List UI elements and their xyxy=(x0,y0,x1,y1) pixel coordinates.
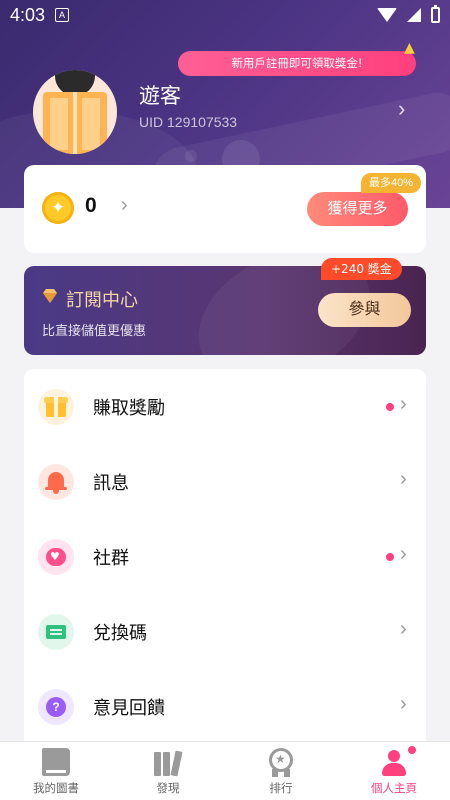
signup-bonus-banner[interactable]: 新用戶註冊即可領取獎金! xyxy=(178,51,416,76)
menu-item-label: 賺取獎勵 xyxy=(93,398,165,419)
join-button[interactable]: 參與 xyxy=(318,293,411,327)
question-icon: ? xyxy=(38,689,74,725)
gift-icon xyxy=(38,389,74,425)
coin-icon: ✦ xyxy=(42,192,74,224)
avatar[interactable] xyxy=(33,70,117,154)
notification-dot xyxy=(386,553,394,561)
menu-item-redeem-code[interactable]: 兌換碼 › xyxy=(24,594,426,669)
menu-item-label: 社群 xyxy=(93,548,129,569)
nav-tab-profile[interactable]: 個人主頁 xyxy=(338,742,450,800)
subscription-subtitle: 比直接儲值更優惠 xyxy=(42,324,147,339)
menu-item-label: 兌換碼 xyxy=(93,623,147,644)
ticket-icon xyxy=(38,614,74,650)
chevron-right-icon[interactable]: › xyxy=(121,194,128,217)
avatar-book-spine xyxy=(73,92,77,154)
medal-icon: ★ xyxy=(267,748,295,777)
nav-tab-ranking[interactable]: ★ 排行 xyxy=(225,742,337,800)
get-more-button[interactable]: 獲得更多 xyxy=(307,192,408,226)
nav-tab-label: 我的圖書 xyxy=(33,781,79,795)
coin-balance[interactable]: 0 xyxy=(85,194,97,218)
subscription-title: 訂閱中心 xyxy=(66,290,138,311)
chevron-right-icon: › xyxy=(400,693,407,715)
bookshelf-icon xyxy=(154,748,183,777)
chevron-right-icon: › xyxy=(400,618,407,640)
signal-icon xyxy=(407,8,421,22)
nav-tab-discover[interactable]: 發現 xyxy=(112,742,224,800)
chevron-right-icon: › xyxy=(400,468,407,490)
menu-list: 賺取獎勵 › 訊息 › ♥ 社群 › 兌換碼 › ? 意見回饋 › xyxy=(24,369,426,741)
party-hat-icon: ▲ xyxy=(404,40,415,56)
nav-tab-label: 排行 xyxy=(269,781,293,795)
chevron-right-icon: › xyxy=(400,543,407,565)
max-bonus-badge: 最多40% xyxy=(361,173,422,193)
nav-tab-my-books[interactable]: 我的圖書 xyxy=(0,742,112,800)
menu-item-feedback[interactable]: ? 意見回饋 › xyxy=(24,669,426,741)
person-icon xyxy=(380,746,416,776)
chevron-right-icon[interactable]: › xyxy=(398,96,405,122)
menu-item-label: 訊息 xyxy=(93,473,129,494)
nav-tab-label: 個人主頁 xyxy=(371,781,417,795)
nav-tab-label: 發現 xyxy=(156,781,180,795)
menu-item-label: 意見回饋 xyxy=(93,698,165,719)
menu-item-messages[interactable]: 訊息 › xyxy=(24,444,426,519)
bell-icon xyxy=(38,464,74,500)
notification-icon: A xyxy=(55,8,70,22)
menu-item-community[interactable]: ♥ 社群 › xyxy=(24,519,426,594)
wifi-icon xyxy=(377,8,397,22)
battery-icon xyxy=(431,5,440,23)
notification-dot xyxy=(386,403,394,411)
book-icon xyxy=(42,748,70,776)
diamond-icon xyxy=(43,289,57,303)
menu-item-earn-rewards[interactable]: 賺取獎勵 › xyxy=(24,369,426,444)
bottom-nav: 我的圖書 發現 ★ 排行 個人主頁 xyxy=(0,741,450,800)
profile-uid: UID 129107533 xyxy=(139,114,238,130)
status-time: 4:03 xyxy=(10,4,46,25)
profile-name[interactable]: 遊客 xyxy=(139,80,181,110)
bonus-badge: +240 獎金 xyxy=(321,258,402,280)
avatar-book-page xyxy=(50,98,68,150)
header-decoration xyxy=(185,150,197,162)
status-bar: 4:03 A xyxy=(0,0,450,30)
heart-chat-icon: ♥ xyxy=(38,539,74,575)
chevron-right-icon: › xyxy=(400,393,407,415)
coin-card: ✦ 0 › 獲得更多 最多40% xyxy=(24,165,426,253)
avatar-book-page xyxy=(82,98,100,150)
